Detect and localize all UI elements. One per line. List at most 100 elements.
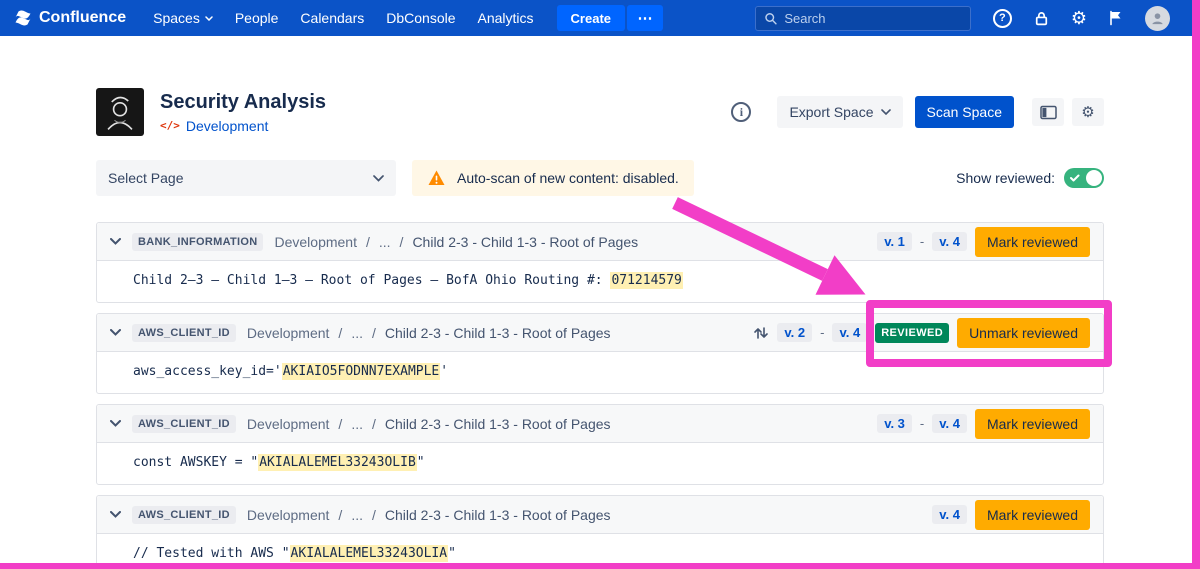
nav-item-calendars[interactable]: Calendars	[289, 0, 375, 36]
compare-versions-icon[interactable]	[753, 325, 769, 341]
nav-item-spaces[interactable]: Spaces	[142, 0, 224, 36]
finding-type-badge: BANK_INFORMATION	[132, 233, 263, 251]
breadcrumb-separator: /	[338, 507, 342, 523]
mark-reviewed-button[interactable]: Mark reviewed	[975, 227, 1090, 257]
help-glyph: ?	[999, 12, 1006, 24]
chevron-down-icon[interactable]	[110, 238, 121, 245]
finding-header: AWS_CLIENT_ID Development / ... / Child …	[97, 314, 1103, 352]
breadcrumb-space-link[interactable]: Development	[247, 507, 330, 523]
flag-icon[interactable]	[1108, 10, 1124, 26]
snippet-text: // Tested with AWS "	[133, 546, 290, 561]
breadcrumb: Development / ... / Child 2-3 - Child 1-…	[247, 325, 611, 341]
finding-actions: v. 3 - v. 4 Mark reviewed	[877, 409, 1090, 439]
breadcrumb-space-link[interactable]: Development	[274, 234, 357, 250]
info-icon[interactable]: i	[731, 102, 751, 122]
breadcrumb-space-link[interactable]: Development	[247, 416, 330, 432]
sidebar-layout-button[interactable]	[1032, 98, 1064, 126]
help-icon[interactable]: ?	[993, 9, 1012, 28]
search-input[interactable]	[784, 11, 962, 26]
show-reviewed-control: Show reviewed:	[956, 168, 1104, 188]
snippet-highlight: AKIALALEMEL33243OLIA	[290, 545, 449, 562]
breadcrumb-space-link[interactable]: Development	[247, 325, 330, 341]
breadcrumb-separator: /	[400, 234, 404, 250]
gear-icon: ⚙	[1081, 105, 1094, 120]
nav-item-dbconsole[interactable]: DbConsole	[375, 0, 466, 36]
breadcrumb-page[interactable]: Child 2-3 - Child 1-3 - Root of Pages	[412, 234, 638, 250]
snippet-text: '	[440, 364, 448, 379]
autoscan-warning-banner: Auto-scan of new content: disabled.	[412, 160, 694, 196]
more-button[interactable]: ⋯	[627, 5, 663, 31]
finding-type-badge: AWS_CLIENT_ID	[132, 324, 236, 342]
select-page-value: Select Page	[108, 170, 184, 186]
header-actions: i Export Space Scan Space ⚙	[731, 96, 1104, 128]
breadcrumb-ellipsis[interactable]: ...	[351, 507, 363, 523]
search-icon	[764, 11, 777, 26]
breadcrumb: Development / ... / Child 2-3 - Child 1-…	[247, 507, 611, 523]
warning-icon	[427, 169, 446, 187]
snippet-text: const AWSKEY = "	[133, 455, 258, 470]
chevron-down-icon[interactable]	[110, 329, 121, 336]
snippet-highlight: AKIAIO5FODNN7EXAMPLE	[282, 363, 441, 380]
finding-row: AWS_CLIENT_ID Development / ... / Child …	[96, 313, 1104, 394]
finding-actions: v. 4 Mark reviewed	[932, 500, 1090, 530]
version-to-badge[interactable]: v. 4	[832, 323, 867, 342]
snippet-highlight: 071214579	[610, 272, 682, 289]
info-glyph: i	[740, 105, 743, 120]
page: Confluence Spaces People Calendars DbCon…	[0, 0, 1200, 569]
scan-space-button[interactable]: Scan Space	[915, 96, 1015, 128]
breadcrumb-ellipsis[interactable]: ...	[351, 325, 363, 341]
show-reviewed-toggle[interactable]	[1064, 168, 1104, 188]
nav-item-label: Analytics	[478, 10, 534, 26]
finding-header: AWS_CLIENT_ID Development / ... / Child …	[97, 405, 1103, 443]
nav-item-label: Spaces	[153, 10, 200, 26]
space-avatar-art	[98, 90, 142, 134]
avatar[interactable]	[1145, 6, 1170, 31]
unmark-reviewed-button[interactable]: Unmark reviewed	[957, 318, 1090, 348]
nav-links: Spaces People Calendars DbConsole Analyt…	[142, 0, 544, 36]
breadcrumb-page[interactable]: Child 2-3 - Child 1-3 - Root of Pages	[385, 416, 611, 432]
mark-reviewed-button[interactable]: Mark reviewed	[975, 409, 1090, 439]
breadcrumb-page[interactable]: Child 2-3 - Child 1-3 - Root of Pages	[385, 325, 611, 341]
nav-item-analytics[interactable]: Analytics	[467, 0, 545, 36]
version-from-badge[interactable]: v. 3	[877, 414, 912, 433]
search-box[interactable]	[755, 6, 971, 31]
finding-row: BANK_INFORMATION Development / ... / Chi…	[96, 222, 1104, 303]
export-space-label: Export Space	[789, 104, 873, 120]
code-icon: </>	[160, 119, 180, 132]
gear-icon[interactable]: ⚙	[1071, 9, 1087, 27]
chevron-down-icon	[205, 16, 213, 21]
space-meta: Security Analysis </> Development	[160, 91, 326, 134]
confluence-home-link[interactable]: Confluence	[14, 9, 126, 27]
snippet-text: aws_access_key_id='	[133, 364, 282, 379]
space-avatar	[96, 88, 144, 136]
export-space-button[interactable]: Export Space	[777, 96, 902, 128]
confluence-logo-icon	[14, 9, 32, 27]
findings-list: BANK_INFORMATION Development / ... / Chi…	[96, 222, 1104, 569]
snippet-text: "	[448, 546, 456, 561]
settings-button[interactable]: ⚙	[1072, 98, 1104, 126]
select-page-dropdown[interactable]: Select Page	[96, 160, 396, 196]
finding-snippet: const AWSKEY = "AKIALALEMEL33243OLIB"	[97, 443, 1103, 484]
breadcrumb-ellipsis[interactable]: ...	[351, 416, 363, 432]
breadcrumb-page[interactable]: Child 2-3 - Child 1-3 - Root of Pages	[385, 507, 611, 523]
brand-label: Confluence	[39, 9, 126, 27]
chevron-down-icon[interactable]	[110, 511, 121, 518]
version-from-badge[interactable]: v. 2	[777, 323, 812, 342]
create-button[interactable]: Create	[557, 5, 625, 31]
mark-reviewed-button[interactable]: Mark reviewed	[975, 500, 1090, 530]
chevron-down-icon[interactable]	[110, 420, 121, 427]
space-link[interactable]: Development	[186, 118, 269, 134]
version-to-badge[interactable]: v. 4	[932, 414, 967, 433]
nav-item-label: Calendars	[300, 10, 364, 26]
breadcrumb-ellipsis[interactable]: ...	[379, 234, 391, 250]
lock-icon[interactable]	[1033, 10, 1050, 27]
autoscan-warning-text: Auto-scan of new content: disabled.	[457, 170, 679, 186]
nav-icon-group: ? ⚙	[993, 6, 1170, 31]
version-to-badge[interactable]: v. 4	[932, 232, 967, 251]
finding-actions: v. 1 - v. 4 Mark reviewed	[877, 227, 1090, 257]
version-to-badge[interactable]: v. 4	[932, 505, 967, 524]
breadcrumb: Development / ... / Child 2-3 - Child 1-…	[247, 416, 611, 432]
finding-row: AWS_CLIENT_ID Development / ... / Child …	[96, 495, 1104, 569]
nav-item-people[interactable]: People	[224, 0, 290, 36]
version-from-badge[interactable]: v. 1	[877, 232, 912, 251]
